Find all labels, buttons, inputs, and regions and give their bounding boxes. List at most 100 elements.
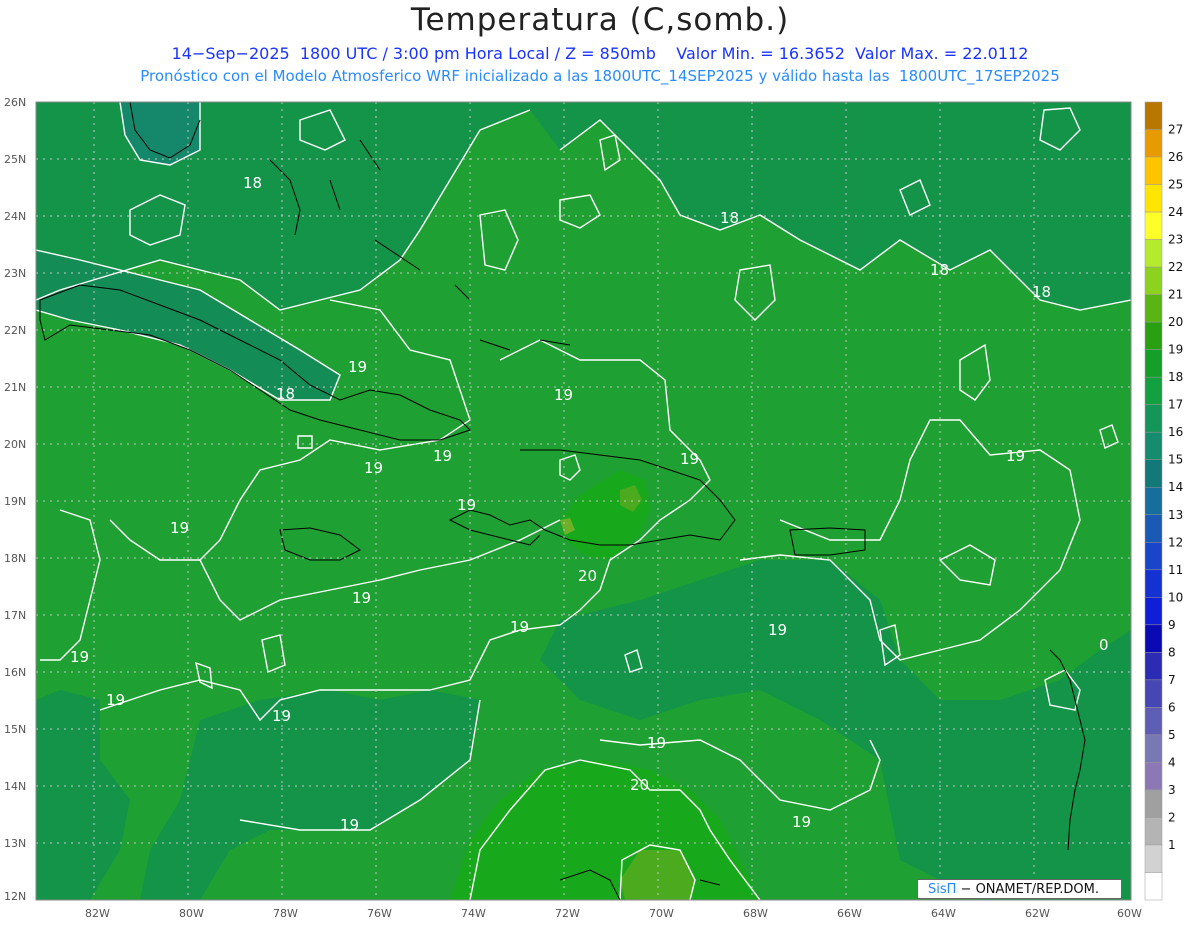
colorbar-label: 15 — [1168, 453, 1183, 467]
contour-label: 19 — [1006, 447, 1025, 465]
colorbar-label: 20 — [1168, 315, 1183, 329]
colorbar-cell — [1144, 624, 1163, 653]
colorbar-label: 24 — [1168, 205, 1183, 219]
colorbar-cell — [1144, 597, 1163, 626]
colorbar-label: 13 — [1168, 508, 1183, 522]
colorbar-cell — [1144, 101, 1163, 130]
colorbar-cell — [1144, 376, 1163, 405]
colorbar-label: 27 — [1168, 123, 1183, 137]
colorbar-cell — [1144, 486, 1163, 516]
lat-label: 15N — [4, 723, 26, 736]
lat-label: 19N — [4, 495, 26, 508]
colorbar-label: 9 — [1168, 618, 1176, 632]
lat-label: 12N — [4, 890, 26, 903]
contour-label: 19 — [433, 447, 452, 465]
colorbar-label: 18 — [1168, 370, 1183, 384]
credit-box: SisΠ − ONAMET/REP.DOM. — [917, 879, 1122, 899]
latitude-axis: 26N 25N 24N 23N 22N 21N 20N 19N 18N 17N … — [4, 96, 26, 903]
colorbar-cell — [1144, 459, 1163, 488]
colorbar-cell — [1144, 431, 1163, 460]
lon-label: 64W — [931, 907, 956, 920]
contour-label: 19 — [680, 450, 699, 468]
colorbar-cell — [1144, 707, 1163, 736]
colorbar-label: 22 — [1168, 260, 1183, 274]
colorbar-cell — [1144, 184, 1163, 213]
colorbar-label: 12 — [1168, 535, 1183, 549]
contour-label: 19 — [457, 496, 476, 514]
contour-label: 19 — [792, 813, 811, 831]
contour-label: 20 — [630, 776, 649, 794]
lon-label: 62W — [1025, 907, 1050, 920]
sispi-logo: SisΠ — [928, 882, 957, 897]
colorbar-cell — [1144, 294, 1163, 323]
colorbar-label: 23 — [1168, 233, 1183, 247]
lat-label: 16N — [4, 666, 26, 679]
colorbar-label: 10 — [1168, 590, 1183, 604]
colorbar-cell — [1144, 789, 1163, 818]
colorbar-label: 8 — [1168, 645, 1176, 659]
colorbar-label: 26 — [1168, 150, 1183, 164]
temperature-map: 18 18 18 18 19 18 19 19 19 19 19 19 20 1… — [4, 96, 1183, 920]
contour-label: 19 — [554, 386, 573, 404]
lon-label: 60W — [1117, 907, 1142, 920]
colorbar-label: 6 — [1168, 700, 1176, 714]
colorbar-label: 17 — [1168, 398, 1183, 412]
colorbar-cell — [1144, 321, 1163, 350]
colorbar-cell — [1144, 156, 1163, 185]
colorbar-label: 7 — [1168, 673, 1176, 687]
contour-label: 19 — [364, 459, 383, 477]
colorbar: 2726252423222120191817161514131211109876… — [1144, 101, 1183, 901]
lon-label: 74W — [461, 907, 486, 920]
colorbar-cell — [1144, 652, 1163, 681]
colorbar-cell — [1144, 679, 1163, 708]
contour-label: 18 — [720, 209, 739, 227]
colorbar-label: 5 — [1168, 728, 1176, 742]
colorbar-cell — [1144, 817, 1163, 846]
colorbar-cell — [1144, 872, 1163, 901]
colorbar-cell — [1144, 266, 1163, 295]
contour-label: 19 — [510, 618, 529, 636]
lat-label: 20N — [4, 438, 26, 451]
contour-label: 18 — [930, 261, 949, 279]
lon-label: 82W — [85, 907, 110, 920]
colorbar-label: 1 — [1168, 838, 1176, 852]
colorbar-label: 21 — [1168, 288, 1183, 302]
contour-label: 19 — [647, 734, 666, 752]
colorbar-label: 2 — [1168, 810, 1176, 824]
colorbar-cell — [1144, 239, 1163, 268]
colorbar-label: 4 — [1168, 755, 1176, 769]
lon-label: 80W — [179, 907, 204, 920]
contour-label: 18 — [1032, 283, 1051, 301]
colorbar-cell — [1144, 762, 1163, 791]
colorbar-label: 19 — [1168, 343, 1183, 357]
contour-label: 19 — [272, 707, 291, 725]
contour-label: 19 — [170, 519, 189, 537]
lon-label: 70W — [649, 907, 674, 920]
colorbar-cell — [1144, 844, 1163, 873]
colorbar-label: 16 — [1168, 425, 1183, 439]
contour-label: 0 — [1099, 636, 1109, 654]
lat-label: 17N — [4, 609, 26, 622]
contour-label: 19 — [348, 358, 367, 376]
lon-label: 68W — [743, 907, 768, 920]
longitude-axis: 82W 80W 78W 76W 74W 72W 70W 68W 66W 64W … — [85, 907, 1142, 920]
lat-label: 21N — [4, 381, 26, 394]
lat-label: 25N — [4, 153, 26, 166]
lat-label: 14N — [4, 780, 26, 793]
contour-label: 19 — [768, 621, 787, 639]
lon-label: 66W — [837, 907, 862, 920]
contour-label: 20 — [578, 567, 597, 585]
contour-label: 19 — [352, 589, 371, 607]
contour-label: 19 — [106, 691, 125, 709]
contour-label: 19 — [340, 816, 359, 834]
colorbar-cell — [1144, 404, 1163, 433]
credit-text: − ONAMET/REP.DOM. — [956, 882, 1099, 897]
lat-label: 13N — [4, 837, 26, 850]
lat-label: 23N — [4, 267, 26, 280]
colorbar-cell — [1144, 514, 1163, 543]
colorbar-cell — [1144, 569, 1163, 598]
colorbar-label: 3 — [1168, 783, 1176, 797]
colorbar-label: 11 — [1168, 563, 1183, 577]
colorbar-cell — [1144, 129, 1163, 158]
lon-label: 76W — [367, 907, 392, 920]
